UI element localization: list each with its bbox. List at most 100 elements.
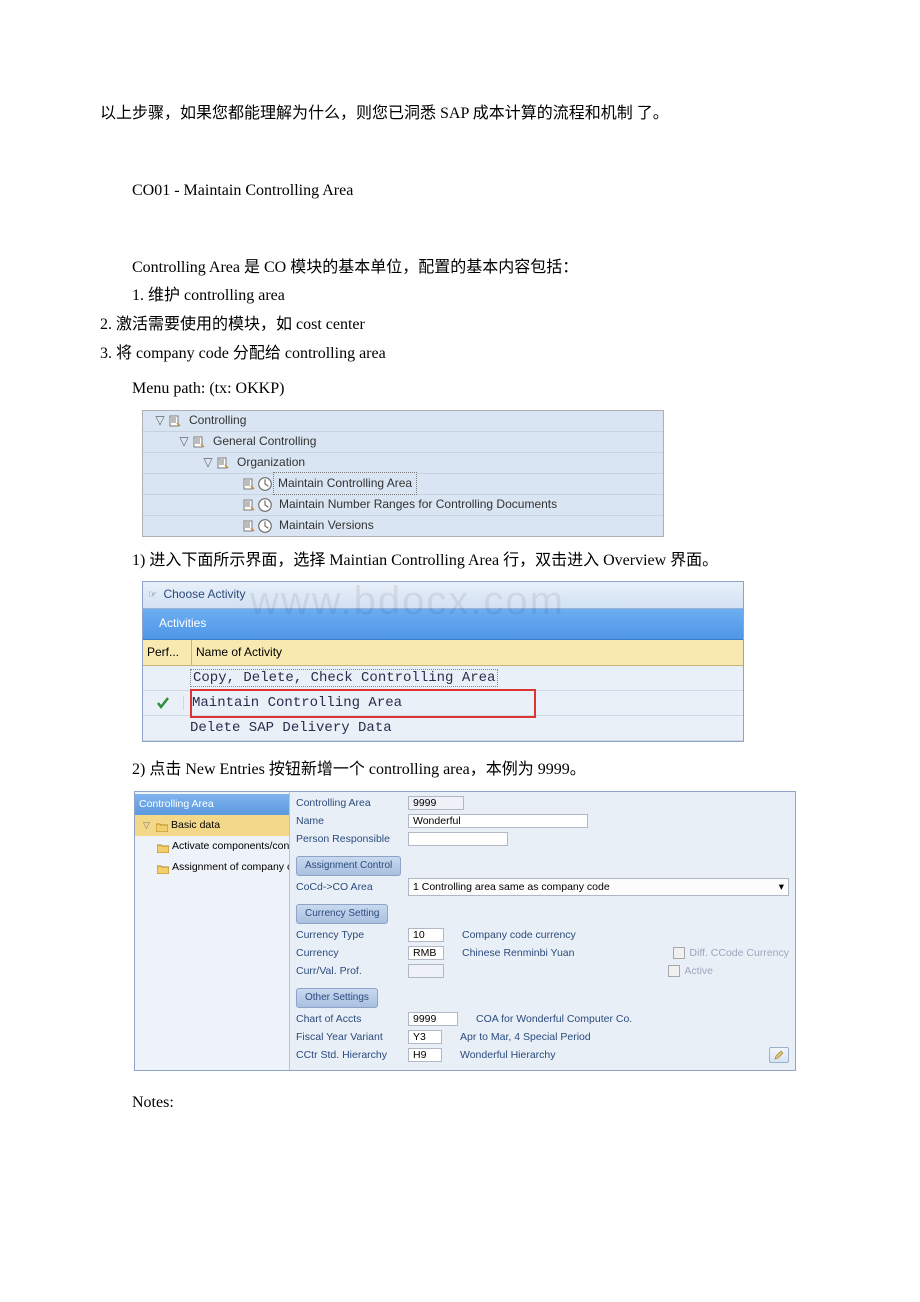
active-checkbox[interactable]: Active bbox=[668, 962, 713, 981]
tree-label: Maintain Versions bbox=[273, 515, 374, 537]
folder-icon bbox=[157, 862, 169, 872]
group-other-settings: Other Settings Chart of Accts 9999 COA f… bbox=[296, 988, 789, 1064]
ca-list-1: 1. 维护 controlling area bbox=[100, 282, 820, 311]
checkbox-label: Diff. CCode Currency bbox=[689, 947, 789, 959]
dialog-subheader: Activities bbox=[143, 609, 743, 640]
nav-label: Assignment of company c bbox=[172, 858, 289, 877]
dialog-title-text: Choose Activity bbox=[163, 587, 245, 601]
doc-icon bbox=[191, 435, 207, 449]
tree-row-maintain-ver[interactable]: Maintain Versions bbox=[143, 516, 663, 536]
cocd-select[interactable]: 1 Controlling area same as company code … bbox=[408, 878, 789, 896]
activity-row-maintain[interactable]: Maintain Controlling Area bbox=[143, 691, 743, 716]
field-label: Controlling Area bbox=[296, 794, 402, 813]
notes-label: Notes: bbox=[100, 1089, 820, 1118]
activity-text: Copy, Delete, Check Controlling Area bbox=[190, 669, 498, 687]
fiscal-year-variant-input[interactable]: Y3 bbox=[408, 1030, 442, 1044]
expand-triangle-icon[interactable]: ▽ bbox=[177, 431, 191, 453]
col-perf: Perf... bbox=[143, 640, 192, 666]
col-name: Name of Activity bbox=[192, 640, 743, 666]
dialog-title: ☞ Choose Activity bbox=[143, 582, 743, 609]
tree-row-general[interactable]: ▽ General Controlling bbox=[143, 432, 663, 453]
field-label: Person Responsible bbox=[296, 830, 402, 849]
section-title: CO01 - Maintain Controlling Area bbox=[100, 177, 820, 206]
select-value: 1 Controlling area same as company code bbox=[413, 878, 610, 897]
currency-input[interactable]: RMB bbox=[408, 946, 444, 960]
currency-type-input[interactable]: 10 bbox=[408, 928, 444, 942]
currval-prof-input[interactable] bbox=[408, 964, 444, 978]
field-desc: COA for Wonderful Computer Co. bbox=[476, 1010, 632, 1029]
group-title: Currency Setting bbox=[296, 904, 388, 924]
edit-button[interactable] bbox=[769, 1047, 789, 1063]
tree-label: Maintain Number Ranges for Controlling D… bbox=[273, 494, 557, 516]
tree-row-controlling[interactable]: ▽ Controlling bbox=[143, 411, 663, 432]
document-page: 以上步骤，如果您都能理解为什么，则您已洞悉 SAP 成本计算的流程和机制 了。 … bbox=[0, 0, 920, 1158]
checkbox-label: Active bbox=[684, 965, 713, 977]
group-title: Assignment Control bbox=[296, 856, 401, 876]
ca-list-3: 3. 将 company code 分配给 controlling area bbox=[100, 340, 820, 369]
nav-label: Activate components/con bbox=[172, 837, 289, 856]
group-currency-setting: Currency Setting Currency Type 10 Compan… bbox=[296, 904, 789, 980]
chart-of-accts-input[interactable]: 9999 bbox=[408, 1012, 458, 1026]
ca-list-2: 2. 激活需要使用的模块，如 cost center bbox=[100, 311, 820, 340]
nav-node-activate[interactable]: Activate components/con bbox=[135, 836, 289, 857]
field-desc: Company code currency bbox=[462, 926, 576, 945]
doc-icon bbox=[215, 456, 231, 470]
field-controlling-area: Controlling Area 9999 bbox=[296, 794, 789, 812]
activity-row-copy[interactable]: Copy, Delete, Check Controlling Area bbox=[143, 666, 743, 691]
tree-label: Controlling bbox=[183, 410, 246, 432]
name-input[interactable]: Wonderful bbox=[408, 814, 588, 828]
field-label: CCtr Std. Hierarchy bbox=[296, 1046, 402, 1065]
activity-row-delete[interactable]: Delete SAP Delivery Data bbox=[143, 716, 743, 741]
execute-icon[interactable] bbox=[257, 518, 273, 534]
nav-node-basic[interactable]: ▽ Basic data bbox=[135, 815, 289, 836]
expand-triangle-icon[interactable]: ▽ bbox=[153, 410, 167, 432]
activity-text: Maintain Controlling Area bbox=[190, 689, 536, 718]
nav-node-assignment[interactable]: Assignment of company c bbox=[135, 857, 289, 878]
form-nav-tree: Controlling Area ▽ Basic data Activate c… bbox=[135, 792, 290, 1070]
doc-icon bbox=[167, 414, 183, 428]
field-person: Person Responsible bbox=[296, 830, 789, 848]
intro-paragraph: 以上步骤，如果您都能理解为什么，则您已洞悉 SAP 成本计算的流程和机制 了。 bbox=[100, 100, 820, 129]
group-assignment-control: Assignment Control CoCd->CO Area 1 Contr… bbox=[296, 856, 789, 896]
group-title: Other Settings bbox=[296, 988, 378, 1008]
field-label: Name bbox=[296, 812, 402, 831]
field-label: Curr/Val. Prof. bbox=[296, 962, 402, 981]
form-body: Controlling Area 9999 Name Wonderful Per… bbox=[290, 792, 795, 1070]
field-desc: Wonderful Hierarchy bbox=[460, 1046, 556, 1065]
tree-label: General Controlling bbox=[207, 431, 316, 453]
tree-row-maintain-ca[interactable]: Maintain Controlling Area bbox=[143, 474, 663, 495]
dropdown-icon: ▾ bbox=[779, 878, 784, 897]
pencil-icon bbox=[774, 1050, 784, 1060]
tree-label: Maintain Controlling Area bbox=[273, 472, 417, 496]
field-label: Fiscal Year Variant bbox=[296, 1028, 402, 1047]
doc-icon bbox=[241, 498, 257, 512]
field-desc: Chinese Renminbi Yuan bbox=[462, 944, 574, 963]
table-header: Perf... Name of Activity bbox=[143, 640, 743, 667]
tree-label: Organization bbox=[231, 452, 305, 474]
hierarchy-input[interactable]: H9 bbox=[408, 1048, 442, 1062]
controlling-area-input[interactable]: 9999 bbox=[408, 796, 464, 810]
execute-icon[interactable] bbox=[257, 497, 273, 513]
nav-header: Controlling Area bbox=[135, 794, 289, 815]
expand-triangle-icon[interactable]: ▽ bbox=[201, 452, 215, 474]
field-name: Name Wonderful bbox=[296, 812, 789, 830]
activity-text: Delete SAP Delivery Data bbox=[190, 720, 392, 736]
checkmark-icon bbox=[156, 696, 170, 710]
execute-icon[interactable] bbox=[257, 476, 273, 492]
field-desc: Apr to Mar, 4 Special Period bbox=[460, 1028, 591, 1047]
step1-text: 1) 进入下面所示界面，选择 Maintian Controlling Area… bbox=[100, 547, 820, 576]
nav-label: Basic data bbox=[171, 816, 220, 835]
expand-triangle-icon[interactable]: ▽ bbox=[143, 817, 153, 833]
ca-description: Controlling Area 是 CO 模块的基本单位，配置的基本内容包括： bbox=[100, 254, 820, 283]
folder-icon bbox=[157, 841, 169, 851]
person-input[interactable] bbox=[408, 832, 508, 846]
doc-icon bbox=[241, 477, 257, 491]
field-label: Chart of Accts bbox=[296, 1010, 402, 1029]
field-label: Currency Type bbox=[296, 926, 402, 945]
tree-row-organization[interactable]: ▽ Organization bbox=[143, 453, 663, 474]
tree-row-maintain-nr[interactable]: Maintain Number Ranges for Controlling D… bbox=[143, 495, 663, 516]
folder-open-icon bbox=[156, 820, 168, 830]
field-label: Currency bbox=[296, 944, 402, 963]
choose-activity-screenshot: ☞ Choose Activity Activities Perf... Nam… bbox=[142, 581, 744, 742]
diff-ccode-checkbox[interactable]: Diff. CCode Currency bbox=[673, 944, 789, 963]
